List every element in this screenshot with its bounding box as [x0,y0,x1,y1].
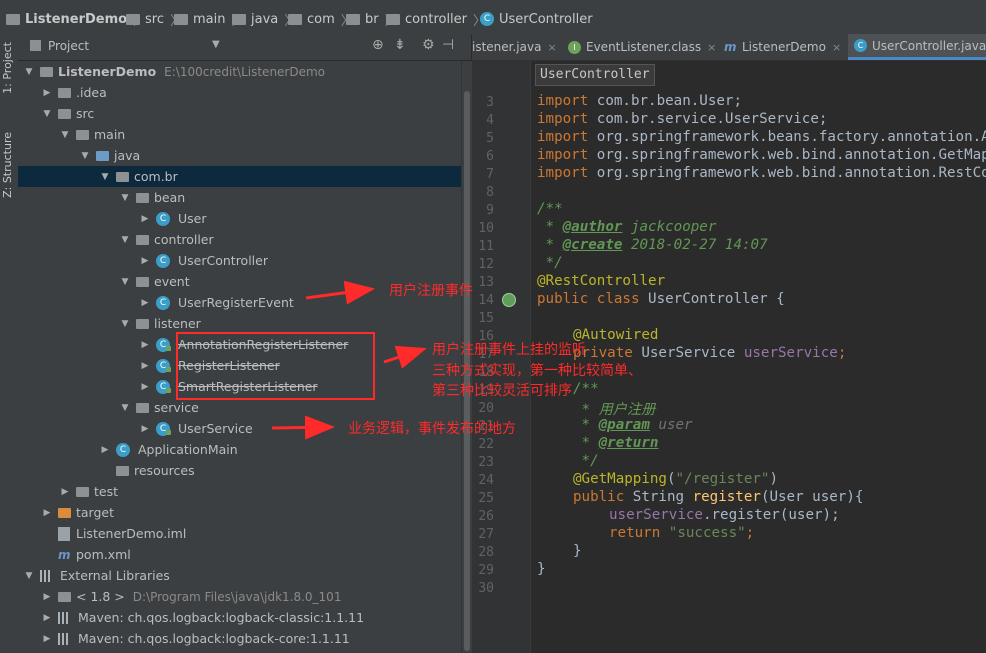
event-arrow [305,280,375,305]
listener-arrow [383,345,427,369]
service-annotation: 业务逻辑，事件发布的地方 [348,421,516,437]
event-annotation: 用户注册事件 [389,283,473,299]
listener-annotation-line-1: 用户注册事件上挂的监听 [432,342,586,358]
listener-annotation-line-3: 第三种比较灵活可排序 [432,383,572,399]
annotation-arrows [271,280,427,440]
listener-annotation-line-2: 三种方式实现，第一种比较简单、 [432,363,642,379]
service-arrow [271,415,335,440]
